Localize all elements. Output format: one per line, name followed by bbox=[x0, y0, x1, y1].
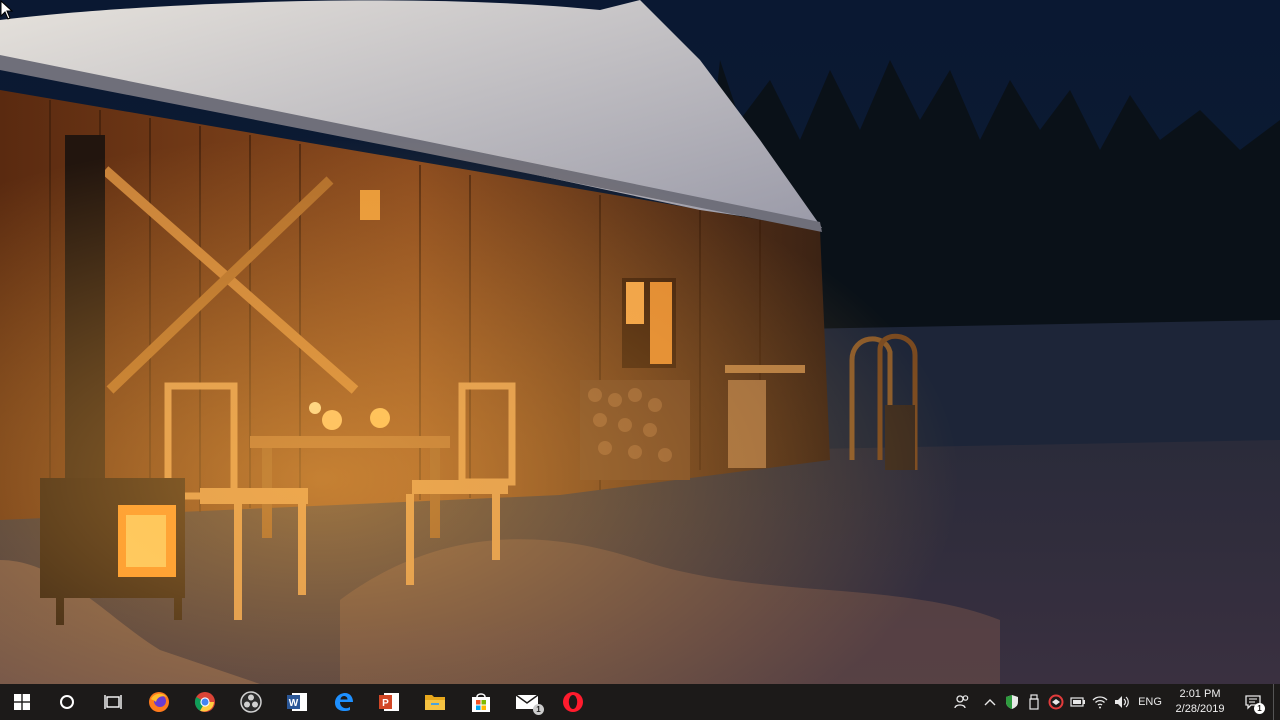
input-language-indicator[interactable]: ENG bbox=[1133, 684, 1167, 720]
folder-icon bbox=[425, 695, 445, 710]
clock-time: 2:01 PM bbox=[1179, 688, 1221, 700]
notification-count-badge: 1 bbox=[1254, 703, 1265, 714]
tray-defender-button[interactable] bbox=[1001, 684, 1023, 720]
wifi-icon bbox=[1092, 696, 1108, 709]
opera-icon bbox=[563, 692, 583, 712]
battery-icon bbox=[1070, 697, 1085, 707]
desktop-wallpaper bbox=[0, 0, 1280, 684]
task-view-icon bbox=[104, 695, 122, 709]
battery-button[interactable] bbox=[1067, 684, 1089, 720]
taskbar-app-mail[interactable]: 1 bbox=[504, 684, 550, 720]
chevron-up-icon bbox=[984, 699, 996, 706]
taskbar-app-firefox[interactable] bbox=[136, 684, 182, 720]
powerpoint-icon: P bbox=[379, 693, 399, 711]
mouse-cursor-icon bbox=[0, 0, 14, 20]
people-button[interactable] bbox=[945, 684, 979, 720]
network-button[interactable] bbox=[1089, 684, 1111, 720]
taskbar: W P 1 ENG 2:01 PM 2/28/2019 1 bbox=[0, 684, 1280, 720]
firefox-icon bbox=[149, 692, 169, 712]
obs-icon bbox=[240, 691, 262, 713]
start-button[interactable] bbox=[0, 684, 44, 720]
taskbar-app-store[interactable] bbox=[458, 684, 504, 720]
taskbar-app-file-explorer[interactable] bbox=[412, 684, 458, 720]
edge-icon bbox=[335, 693, 353, 711]
tray-app-button[interactable] bbox=[1045, 684, 1067, 720]
people-icon bbox=[954, 695, 969, 709]
clock-date: 2/28/2019 bbox=[1175, 703, 1225, 715]
task-view-button[interactable] bbox=[90, 684, 136, 720]
cortana-search-button[interactable] bbox=[44, 684, 90, 720]
store-icon bbox=[472, 693, 490, 712]
speaker-icon bbox=[1115, 696, 1129, 708]
taskbar-app-powerpoint[interactable]: P bbox=[366, 684, 412, 720]
clock-button[interactable]: 2:01 PM 2/28/2019 bbox=[1167, 684, 1233, 720]
red-circle-app-icon bbox=[1048, 694, 1064, 710]
svg-text:P: P bbox=[382, 698, 389, 709]
taskbar-app-obs[interactable] bbox=[228, 684, 274, 720]
windows-logo-icon bbox=[14, 694, 30, 710]
taskbar-app-word[interactable]: W bbox=[274, 684, 320, 720]
system-tray: ENG 2:01 PM 2/28/2019 1 bbox=[945, 684, 1280, 720]
taskbar-app-chrome[interactable] bbox=[182, 684, 228, 720]
action-center-button[interactable]: 1 bbox=[1233, 684, 1273, 720]
show-desktop-button[interactable] bbox=[1273, 684, 1280, 720]
cortana-circle-icon bbox=[60, 695, 74, 709]
usb-drive-icon bbox=[1029, 694, 1039, 710]
word-icon: W bbox=[287, 693, 307, 711]
taskbar-app-opera[interactable] bbox=[550, 684, 596, 720]
wallpaper-scene bbox=[0, 0, 1280, 684]
shield-icon bbox=[1006, 695, 1018, 709]
svg-text:W: W bbox=[289, 698, 299, 709]
mail-unread-badge: 1 bbox=[533, 704, 544, 715]
volume-button[interactable] bbox=[1111, 684, 1133, 720]
tray-usb-button[interactable] bbox=[1023, 684, 1045, 720]
chrome-icon bbox=[194, 692, 215, 712]
show-hidden-icons-button[interactable] bbox=[979, 684, 1001, 720]
taskbar-app-edge[interactable] bbox=[320, 684, 366, 720]
